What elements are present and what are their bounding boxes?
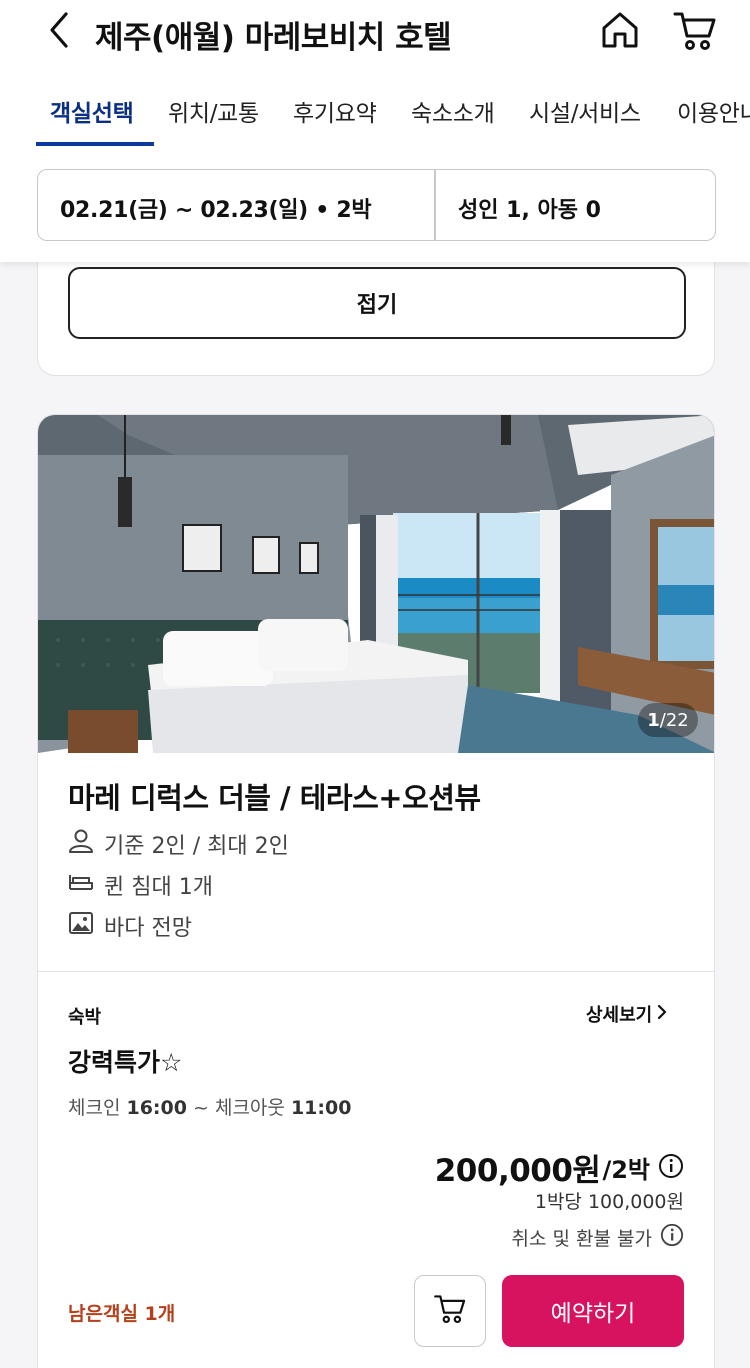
room-name: 마레 디럭스 더블 / 테라스+오션뷰 [68, 781, 481, 815]
tab-location[interactable]: 위치/교통 [168, 94, 259, 128]
photo-counter-current: 1 [647, 709, 660, 731]
person-icon [68, 828, 104, 860]
detail-link[interactable]: 상세보기 [586, 1001, 672, 1027]
per-night-price: 1박당 100,000원 [534, 1191, 684, 1213]
guest-selector[interactable]: 성인 1, 아동 0 [458, 192, 601, 224]
feature-capacity-text: 기준 2인 / 최대 2인 [104, 834, 289, 859]
bed-icon [68, 869, 104, 901]
feature-view-text: 바다 전망 [104, 916, 192, 941]
feature-bed: 퀸 침대 1개 [68, 867, 213, 903]
active-tab-indicator [36, 142, 154, 146]
tab-intro[interactable]: 숙소소개 [411, 94, 495, 128]
checkio-separator: ~ [186, 1097, 215, 1119]
price-unit: /2박 [602, 1156, 650, 1184]
feature-view: 바다 전망 [68, 908, 192, 944]
checkout-label: 체크아웃 [214, 1097, 291, 1119]
image-icon [68, 910, 104, 942]
chevron-left-icon[interactable] [40, 10, 80, 50]
page-title: 제주(애월) 마레보비치 호텔 [95, 20, 452, 56]
divider [434, 170, 436, 240]
checkout-time: 11:00 [290, 1097, 352, 1119]
room-card: 1/22 마레 디럭스 더블 / 테라스+오션뷰 기준 2인 / 최대 2인 퀸… [37, 414, 715, 1368]
price-row: 200,000원 /2박 [435, 1145, 684, 1190]
price-total: 200,000원 [434, 1153, 601, 1189]
top-bar: 제주(애월) 마레보비치 호텔 [0, 0, 750, 70]
search-conditions: 02.21(금) ~ 02.23(일) • 2박 성인 1, 아동 0 [37, 169, 716, 241]
tab-room-select[interactable]: 객실선택 [50, 94, 134, 128]
tab-facilities[interactable]: 시설/서비스 [529, 94, 641, 128]
app-header: 제주(애월) 마레보비치 호텔 객실선택 위치/교통 후기요약 숙소소개 시설/… [0, 0, 750, 262]
chevron-right-icon [652, 1002, 672, 1027]
detail-link-label: 상세보기 [586, 1005, 653, 1026]
info-icon[interactable] [658, 1153, 684, 1183]
checkin-label: 체크인 [68, 1097, 127, 1119]
tab-reviews[interactable]: 후기요약 [293, 94, 377, 128]
checkin-time: 16:00 [126, 1097, 187, 1119]
stay-type-label: 숙박 [68, 1007, 102, 1028]
home-icon[interactable] [598, 8, 642, 52]
info-icon[interactable] [660, 1223, 684, 1252]
date-range-selector[interactable]: 02.21(금) ~ 02.23(일) • 2박 [60, 192, 372, 224]
divider [38, 971, 714, 972]
add-to-cart-button[interactable] [414, 1275, 486, 1347]
tab-bar: 객실선택 위치/교통 후기요약 숙소소개 시설/서비스 이용안내 [0, 88, 750, 148]
plan-name: 강력특가☆ [68, 1048, 183, 1077]
checkin-checkout-times: 체크인 16:00 ~ 체크아웃 11:00 [68, 1093, 351, 1120]
tab-info[interactable]: 이용안내 [677, 94, 750, 128]
room-photo[interactable]: 1/22 [38, 415, 714, 753]
refund-policy: 취소 및 환불 불가 [512, 1223, 684, 1252]
book-button[interactable]: 예약하기 [502, 1275, 684, 1347]
feature-capacity: 기준 2인 / 최대 2인 [68, 826, 289, 862]
remaining-rooms: 남은객실 1개 [68, 1303, 176, 1325]
refund-policy-text: 취소 및 환불 불가 [511, 1228, 652, 1250]
photo-counter-total: /22 [659, 709, 689, 731]
feature-bed-text: 퀸 침대 1개 [104, 875, 213, 900]
cart-icon[interactable] [672, 8, 718, 54]
fold-button[interactable]: 접기 [68, 267, 686, 339]
photo-counter: 1/22 [638, 703, 698, 737]
cart-icon [433, 1292, 467, 1330]
